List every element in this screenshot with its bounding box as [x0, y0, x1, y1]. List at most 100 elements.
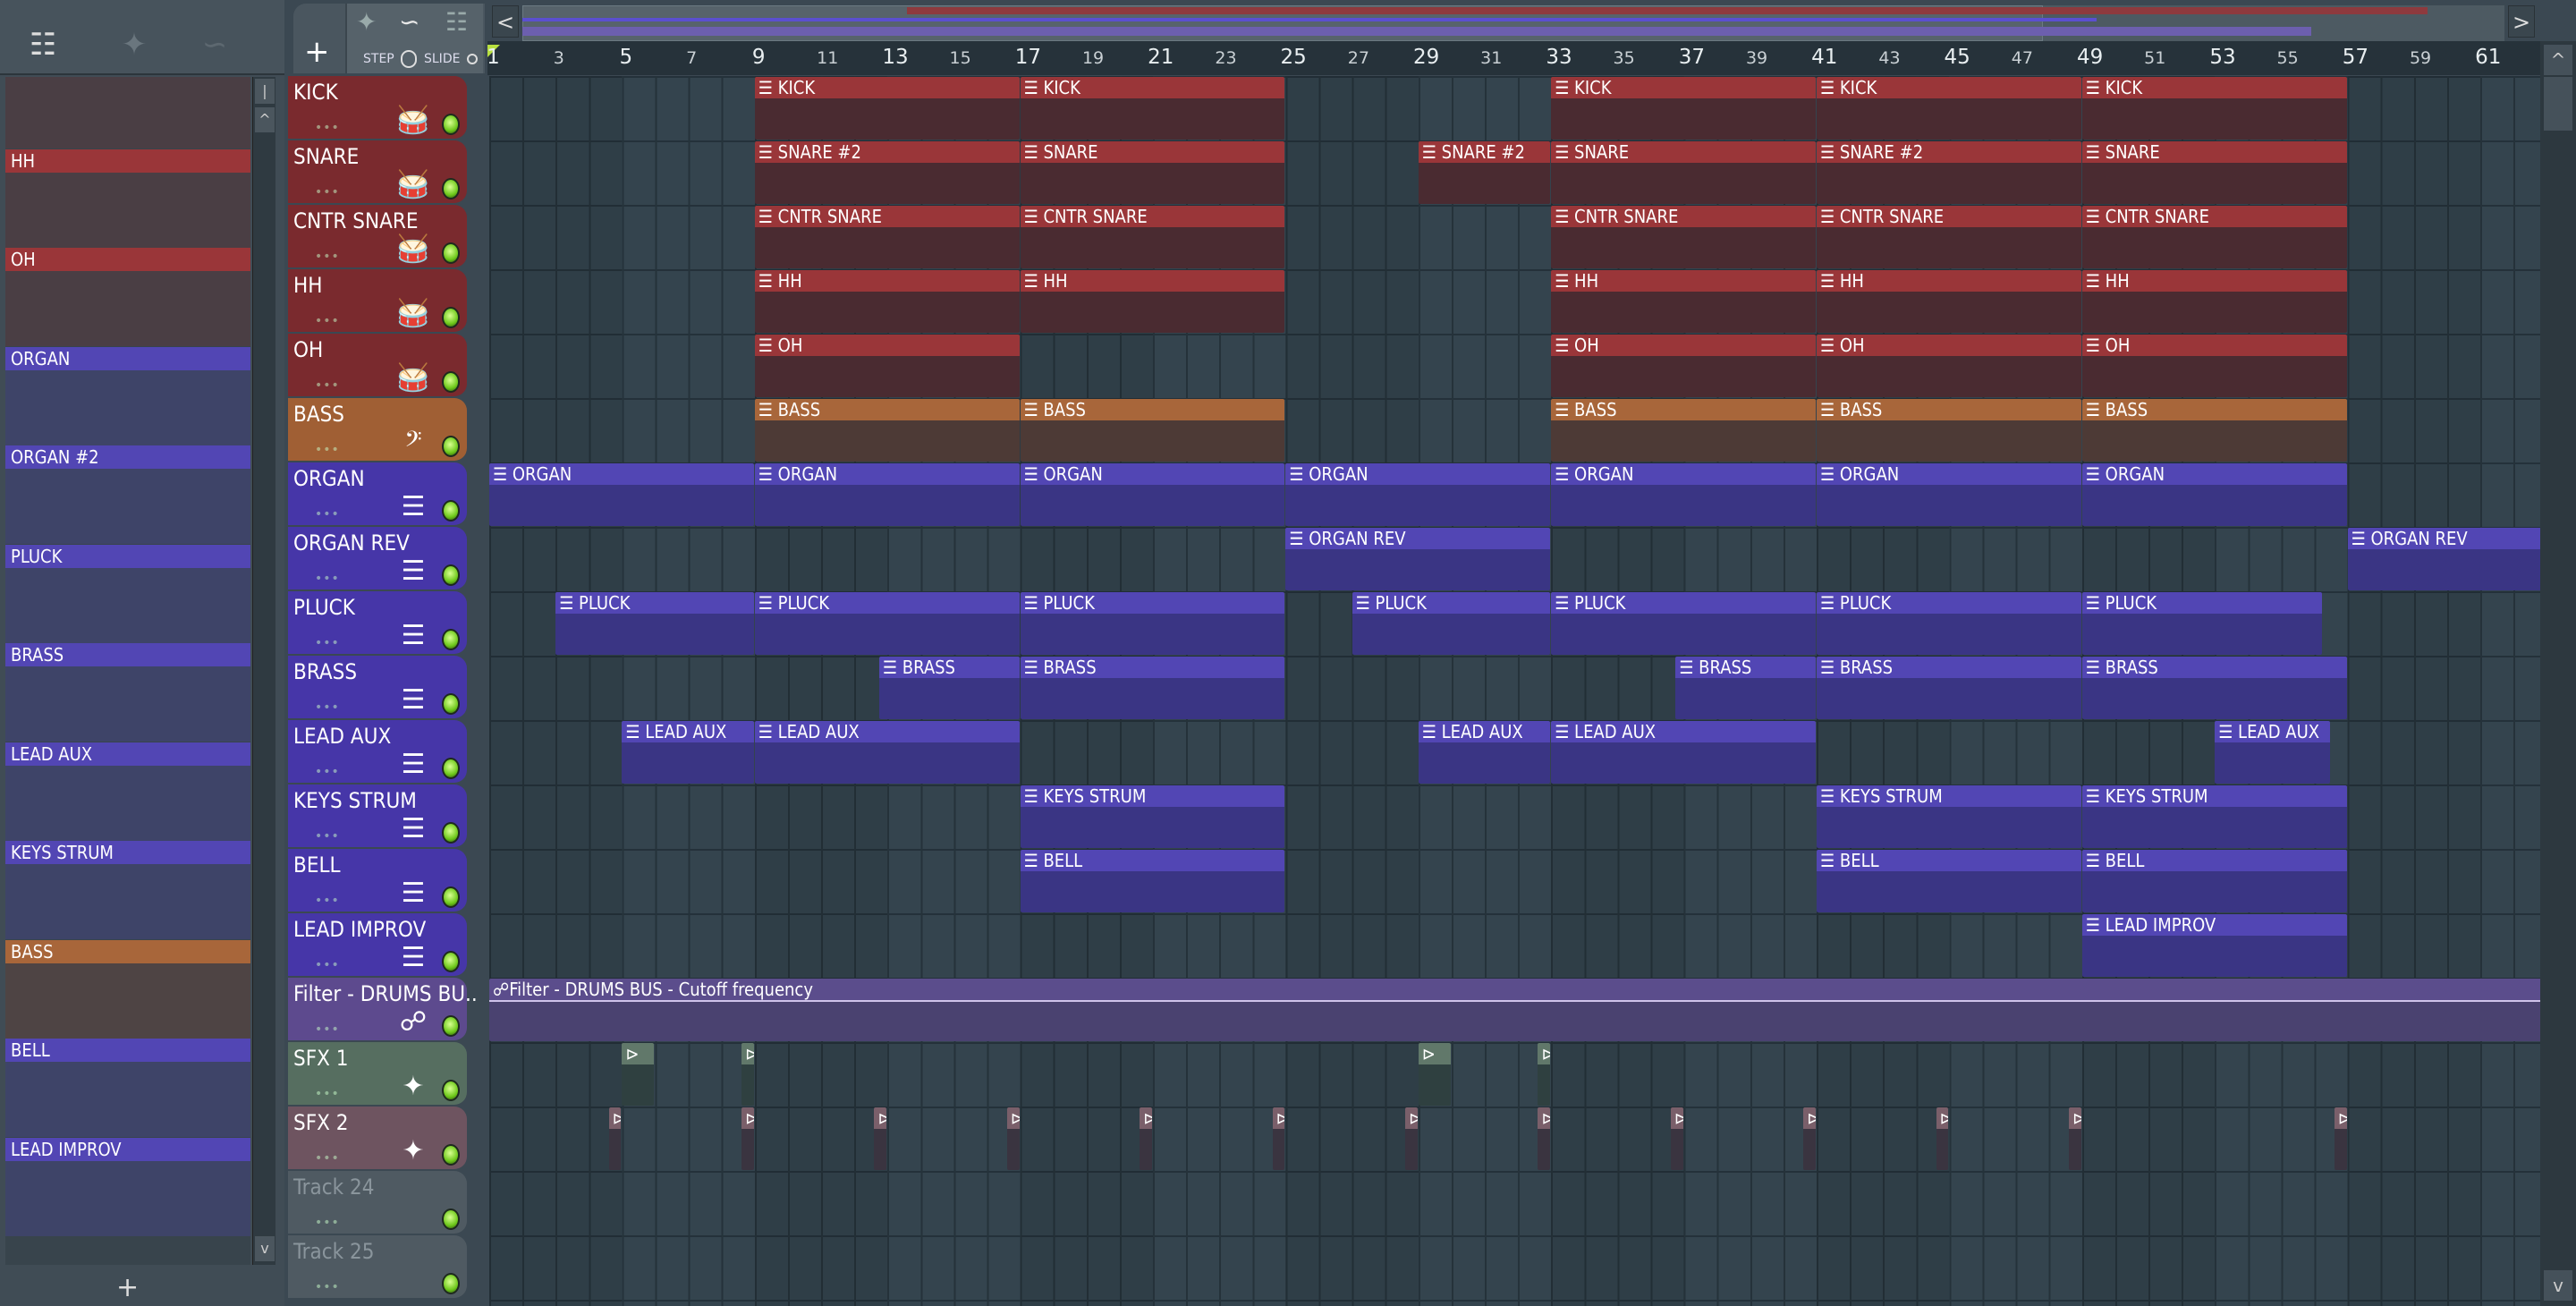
audio-clip[interactable]: ⊳ — [1418, 1043, 1451, 1106]
pattern-clip[interactable]: ☰ BELL — [1817, 850, 2081, 912]
scroll-down-button[interactable]: v — [255, 1236, 275, 1261]
piano-icon[interactable]: ☷ — [445, 7, 468, 37]
track-grip-icon[interactable]: ••• — [315, 507, 340, 522]
track-grip-icon[interactable]: ••• — [315, 314, 340, 328]
audio-clip[interactable]: ⊳ — [2068, 1107, 2081, 1170]
pattern-clip[interactable]: ☰ CNTR SNARE — [1551, 206, 1816, 268]
picker-pattern-item[interactable]: CNTR SNARE — [5, 77, 250, 148]
pattern-clip[interactable]: ☰ SNARE #2 — [1418, 141, 1551, 204]
pattern-clip[interactable]: ☰ SNARE — [1020, 141, 1285, 204]
pattern-clip[interactable]: ☰ KEYS STRUM — [1020, 785, 1285, 848]
pattern-clip[interactable]: ☰ PLUCK — [555, 592, 754, 655]
track-mute-led[interactable] — [442, 758, 460, 779]
ruler-bar-label[interactable]: 25 — [1281, 46, 1307, 69]
pattern-clip[interactable]: ☰ ORGAN REV — [1285, 528, 1551, 590]
track-grip-icon[interactable]: ••• — [315, 894, 340, 908]
ruler-bar-label[interactable]: 33 — [1546, 46, 1572, 69]
pattern-clip[interactable]: ☰ OH — [1551, 335, 1816, 397]
track-grip-icon[interactable]: ••• — [315, 572, 340, 586]
track-mute-led[interactable] — [442, 886, 460, 908]
track-mute-led[interactable] — [442, 307, 460, 328]
ruler-bar-label[interactable]: 57 — [2343, 46, 2368, 69]
waveform-icon[interactable]: ✦ — [356, 7, 377, 37]
track-grip-icon[interactable]: ••• — [315, 250, 340, 264]
track-mute-led[interactable] — [442, 500, 460, 522]
ruler-bar-label[interactable]: 29 — [1413, 46, 1439, 69]
track-mute-led[interactable] — [442, 1080, 460, 1101]
pattern-clip[interactable]: ☰ PLUCK — [754, 592, 1020, 655]
track-grip-icon[interactable]: ••• — [315, 1280, 340, 1294]
pattern-clip[interactable]: ☰ SNARE — [1551, 141, 1816, 204]
track-header[interactable]: Filter - DRUMS BU..•••☍ ▾ — [288, 978, 478, 1069]
audio-clip[interactable]: ⊳ — [622, 1043, 655, 1106]
ruler-bar-label[interactable]: 11 — [817, 48, 838, 68]
pattern-clip[interactable]: ☰ HH — [1020, 270, 1285, 333]
picker-pattern-item[interactable]: BRASS — [5, 643, 250, 742]
track-grip-icon[interactable]: ••• — [315, 700, 340, 715]
audio-clip[interactable]: ⊳ — [741, 1107, 754, 1170]
pattern-clip[interactable]: ☰ LEAD AUX — [1418, 721, 1551, 784]
audio-clip[interactable]: ⊳ — [1936, 1107, 1949, 1170]
ruler-bar-label[interactable]: 21 — [1148, 46, 1174, 69]
pattern-clip[interactable]: ☰ HH — [1551, 270, 1816, 333]
pattern-clip[interactable]: ☰ BRASS — [878, 657, 1020, 719]
ruler-bar-label[interactable]: 53 — [2209, 46, 2235, 69]
picker-scrollbar[interactable]: | ^ v — [252, 77, 275, 1265]
pattern-clip[interactable]: ☰ KICK — [1817, 77, 2081, 140]
ruler-bar-label[interactable]: 15 — [950, 48, 971, 68]
slide-toggle[interactable] — [467, 54, 478, 64]
pattern-clip[interactable]: ☰ BELL — [1020, 850, 1285, 912]
pattern-clip[interactable]: ☰ LEAD AUX — [2215, 721, 2331, 784]
pattern-clip[interactable]: ☰ BELL — [2081, 850, 2347, 912]
overview-scroll-left-button[interactable]: < — [492, 5, 519, 38]
track-grip-icon[interactable]: ••• — [315, 1022, 340, 1037]
pattern-clip[interactable]: ☰ BRASS — [1817, 657, 2081, 719]
audio-clip[interactable]: ⊳ — [741, 1043, 754, 1106]
ruler-bar-label[interactable]: 23 — [1215, 48, 1236, 68]
add-pattern-button[interactable]: + — [116, 1272, 139, 1303]
pattern-clip[interactable]: ☰ CNTR SNARE — [1817, 206, 2081, 268]
track-header[interactable]: HH ••• 🥁 — [288, 269, 467, 332]
track-header[interactable]: ORGAN ••• ☰ — [288, 462, 467, 525]
picker-pattern-item[interactable]: BELL — [5, 1039, 250, 1137]
track-mute-led[interactable] — [442, 1144, 460, 1166]
pattern-clip[interactable]: ☰ PLUCK — [2081, 592, 2322, 655]
pattern-clip[interactable]: ☰ BASS — [1020, 399, 1285, 462]
ruler-bar-label[interactable]: 43 — [1878, 48, 1900, 68]
ruler-bar-label[interactable]: 13 — [882, 46, 908, 69]
audio-clip[interactable]: ⊳ — [1404, 1107, 1418, 1170]
pattern-clip[interactable]: ☰ ORGAN — [754, 463, 1020, 526]
scroll-down-button[interactable]: v — [2544, 1270, 2572, 1301]
pattern-clip[interactable]: ☰ SNARE #2 — [754, 141, 1020, 204]
pattern-clip[interactable]: ☰ BASS — [1817, 399, 2081, 462]
pattern-clip[interactable]: ☰ PLUCK — [1352, 592, 1551, 655]
track-mute-led[interactable] — [442, 178, 460, 199]
pattern-clip[interactable]: ☰ CNTR SNARE — [1020, 206, 1285, 268]
track-grip-icon[interactable]: ••• — [315, 958, 340, 972]
audio-clip-icon[interactable]: ✦ — [107, 27, 161, 66]
scroll-up-button[interactable]: ^ — [2544, 45, 2572, 75]
track-header[interactable]: OH ••• 🥁 — [288, 334, 467, 396]
pattern-clip[interactable]: ☰ CNTR SNARE — [754, 206, 1020, 268]
overview-scroll-right-button[interactable]: > — [2508, 5, 2535, 38]
track-header[interactable]: BASS ••• 𝄢 — [288, 398, 467, 461]
ruler-bar-label[interactable]: 41 — [1811, 46, 1837, 69]
ruler-bar-label[interactable]: 51 — [2144, 48, 2165, 68]
pattern-clip[interactable]: ☰ BASS — [1551, 399, 1816, 462]
pattern-clip[interactable]: ☰ ORGAN — [1285, 463, 1551, 526]
track-mute-led[interactable] — [442, 564, 460, 586]
pattern-clip[interactable]: ☰ ORGAN — [1817, 463, 2081, 526]
pattern-clip[interactable]: ☰ KICK — [2081, 77, 2347, 140]
ruler-bar-label[interactable]: 55 — [2277, 48, 2299, 68]
pattern-clip[interactable]: ☰ OH — [754, 335, 1020, 397]
ruler-bar-label[interactable]: 61 — [2475, 46, 2501, 69]
track-mute-led[interactable] — [442, 1015, 460, 1037]
track-mute-led[interactable] — [442, 242, 460, 264]
ruler-bar-label[interactable]: 49 — [2077, 46, 2103, 69]
ruler-bar-label[interactable]: 3 — [554, 48, 564, 68]
track-mute-led[interactable] — [442, 822, 460, 844]
pattern-clip[interactable]: ☰ BRASS — [1020, 657, 1285, 719]
audio-clip[interactable]: ⊳ — [1272, 1107, 1285, 1170]
ruler-bar-label[interactable]: 31 — [1480, 48, 1502, 68]
pattern-clip[interactable]: ☰ KICK — [1020, 77, 1285, 140]
